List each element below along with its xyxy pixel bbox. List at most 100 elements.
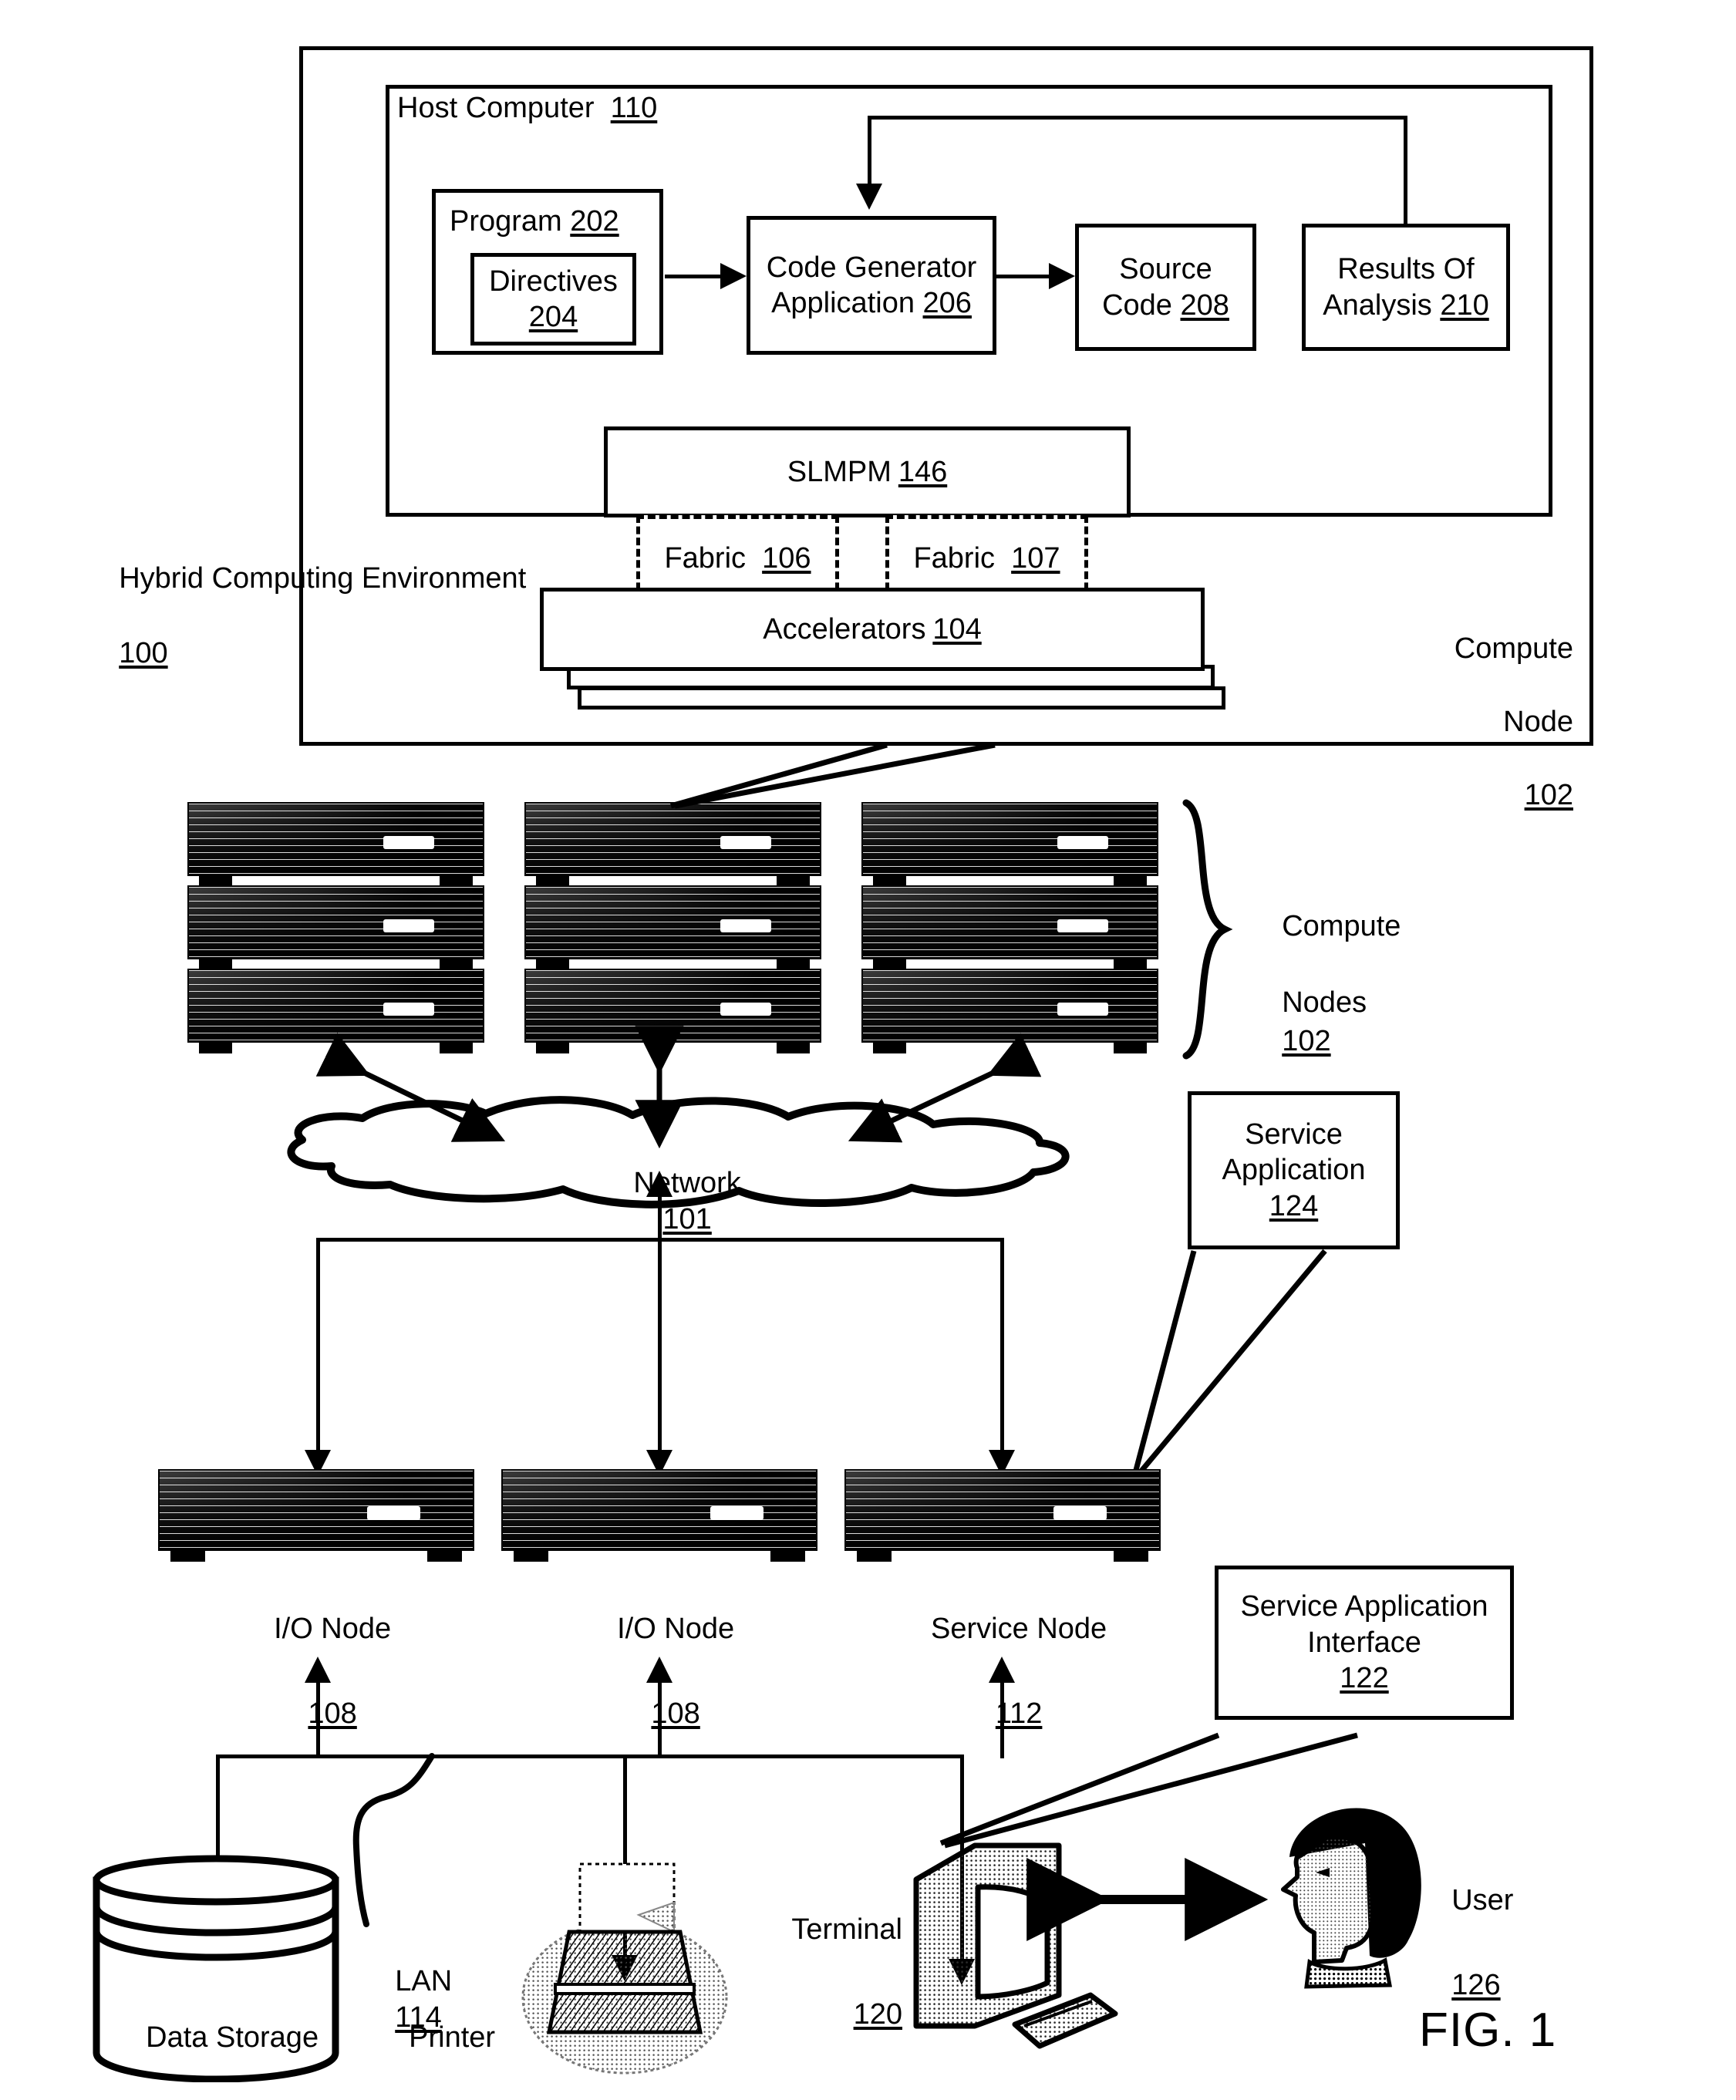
compute-node-server	[187, 885, 484, 970]
fabric-107-ref: 107	[1011, 541, 1060, 575]
service-application-box: Service Application 124	[1188, 1091, 1400, 1249]
slmpm-label: SLMPM	[787, 455, 892, 488]
code-generator-box: Code Generator Application 206	[747, 216, 996, 355]
sai-label-line1: Service Application	[1240, 1590, 1488, 1623]
compute-node-server	[524, 885, 821, 970]
hybrid-environment-label: Hybrid Computing Environment 100	[86, 522, 526, 710]
slmpm-box: SLMPM 146	[604, 426, 1131, 517]
compute-node-label-line1: Compute	[1454, 632, 1573, 665]
terminal-label-text: Terminal	[791, 1913, 902, 1947]
compute-node-server	[524, 802, 821, 887]
program-label: Program 202	[450, 204, 673, 241]
network-label: Network 101	[432, 1128, 910, 1275]
terminal-ref: 120	[853, 1998, 902, 2031]
lan-up-left-line	[316, 1677, 320, 1758]
directives-box: Directives 204	[470, 253, 636, 346]
program-box: Program 202 Directives 204	[432, 189, 663, 355]
compute-nodes-group-label: Compute Nodes 102	[1249, 870, 1401, 1098]
compute-nodes-group-label-line1: Compute	[1282, 910, 1401, 943]
arrow-program-to-codegen-line	[665, 275, 723, 278]
hybrid-environment-ref: 100	[119, 636, 168, 669]
program-ref: 202	[570, 205, 619, 238]
host-computer-label-text: Host Computer	[397, 92, 595, 124]
compute-node-server	[524, 969, 821, 1053]
host-computer-label: Host Computer 110	[397, 90, 657, 127]
accelerators-label: Accelerators	[763, 612, 926, 646]
feedback-line-left-vertical	[868, 116, 871, 185]
compute-node-server	[861, 802, 1158, 887]
service-node-label-text: Service Node	[931, 1613, 1107, 1646]
compute-node-label: Compute Node 102	[1380, 594, 1573, 851]
fabric-106-label: Fabric	[664, 541, 747, 575]
lan-up-center-arrowhead	[646, 1657, 672, 1683]
code-generator-ref: 206	[922, 287, 972, 319]
arrow-codegen-to-source-line	[996, 275, 1052, 278]
patent-figure-1: Compute Node 102 Host Computer 110 Progr…	[0, 0, 1736, 2100]
service-application-ref: 124	[1269, 1189, 1319, 1222]
sai-label-line2: Interface	[1307, 1626, 1421, 1659]
service-node-server	[844, 1469, 1161, 1562]
code-generator-label-line2: Application 206	[771, 287, 972, 319]
printer-graphic	[509, 1855, 740, 2078]
arrow-codegen-to-source-head	[1049, 263, 1075, 289]
slmpm-ref: 146	[898, 455, 948, 488]
fabric-107-label: Fabric	[913, 541, 996, 575]
fabric-106-ref: 106	[762, 541, 811, 575]
io-node-left-ref: 108	[308, 1697, 357, 1731]
directives-ref: 204	[528, 301, 578, 333]
host-computer-ref: 110	[610, 92, 658, 124]
io-node-left-server	[158, 1469, 474, 1562]
accelerators-ref: 104	[932, 612, 982, 646]
source-code-label-line1: Source	[1119, 253, 1212, 286]
network-ref: 101	[662, 1203, 712, 1235]
printer-label-text: Printer	[409, 2021, 496, 2054]
service-application-interface-box: Service Application Interface 122	[1215, 1566, 1514, 1720]
lan-up-left-arrowhead	[305, 1657, 331, 1683]
accelerators-box: Accelerators 104	[540, 588, 1205, 671]
bus-drop-right	[1000, 1238, 1004, 1454]
compute-nodes-brace	[1180, 798, 1234, 1060]
directives-label: Directives	[489, 265, 618, 298]
figure-caption: FIG. 1	[1419, 2004, 1557, 2057]
service-application-label-line1: Service	[1245, 1117, 1343, 1151]
source-code-label-line2: Code 208	[1102, 288, 1229, 322]
source-code-box: Source Code 208	[1075, 224, 1256, 351]
compute-nodes-group-label-line2: Nodes	[1282, 986, 1367, 1020]
user-label-text: User	[1451, 1884, 1514, 1917]
compute-node-server	[861, 969, 1158, 1053]
compute-node-ref: 102	[1524, 778, 1573, 811]
lan-up-right-line	[1000, 1677, 1004, 1758]
sai-ref: 122	[1340, 1662, 1389, 1695]
data-storage-label: Data Storage 116	[89, 1974, 343, 2100]
results-label-line2: Analysis 210	[1323, 288, 1489, 322]
arrow-program-to-codegen-head	[720, 263, 747, 289]
accelerators-stack-back2	[578, 686, 1225, 710]
bus-to-network-vertical	[658, 1192, 662, 1242]
results-of-analysis-box: Results Of Analysis 210	[1302, 224, 1510, 351]
compute-node-label-line2: Node	[1503, 705, 1573, 738]
user-graphic	[1249, 1797, 1434, 1997]
lan-bus	[216, 1754, 964, 1758]
feedback-arrow-head	[856, 184, 882, 210]
source-code-ref: 208	[1180, 288, 1229, 322]
hybrid-environment-label-text: Hybrid Computing Environment	[119, 561, 527, 595]
terminal-label: Terminal 120	[725, 1866, 902, 2078]
data-storage-label-text: Data Storage	[146, 2021, 319, 2054]
lan-up-center-line	[658, 1677, 662, 1758]
io-node-right-server	[501, 1469, 817, 1562]
results-label-line1: Results Of	[1337, 253, 1475, 286]
bus-drop-left	[316, 1238, 320, 1454]
compute-node-server	[187, 969, 484, 1053]
compute-nodes-group-ref: 102	[1282, 1024, 1331, 1057]
compute-node-server	[861, 885, 1158, 970]
io-node-right-label-text: I/O Node	[617, 1613, 735, 1646]
service-application-label-line2: Application	[1222, 1154, 1366, 1187]
compute-node-server	[187, 802, 484, 887]
feedback-line-right-vertical	[1404, 116, 1407, 225]
lan-up-right-arrowhead	[989, 1657, 1015, 1683]
bus-to-network-arrowhead	[646, 1171, 672, 1197]
feedback-line-top-horizontal	[868, 116, 1407, 120]
code-generator-label-line1: Code Generator	[766, 251, 977, 284]
io-node-left-label-text: I/O Node	[274, 1613, 392, 1646]
program-label-text: Program	[450, 205, 562, 238]
